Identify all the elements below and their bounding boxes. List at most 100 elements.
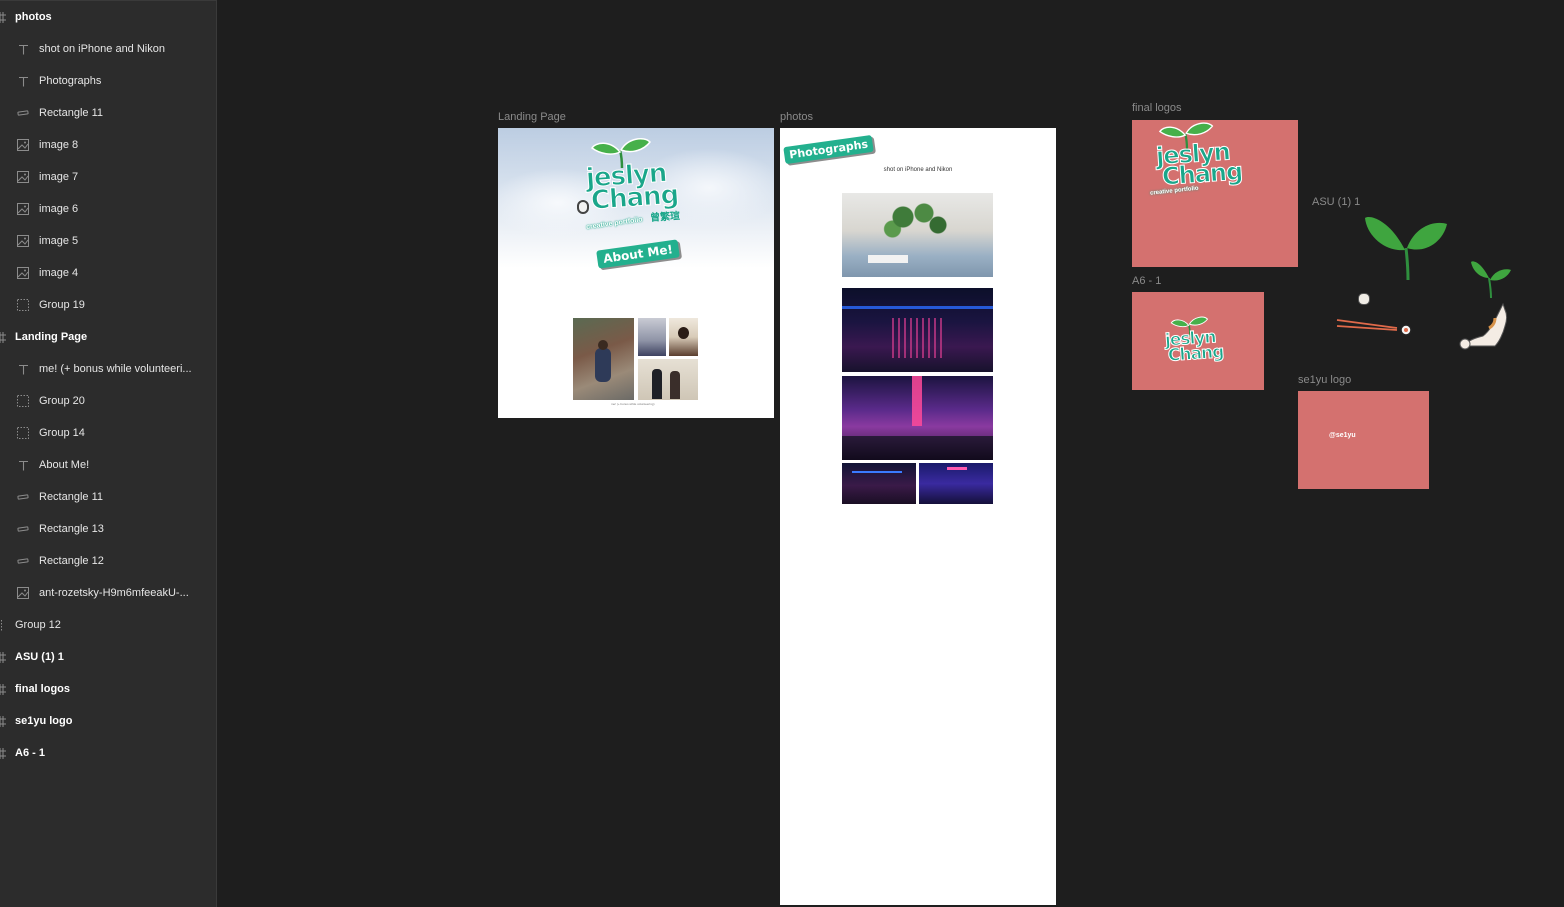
se1yu-logo-frame[interactable]: @se1yu xyxy=(1298,391,1429,489)
layer-row[interactable]: image 4 xyxy=(0,257,216,289)
cat-stretching-icon xyxy=(1459,302,1507,350)
final-logos-frame[interactable]: jeslyn Chang creative portfolio xyxy=(1132,120,1298,267)
chopsticks-sushi-icon xyxy=(1336,319,1412,336)
group-icon xyxy=(0,618,8,632)
frame-icon xyxy=(0,746,8,760)
layer-row[interactable]: shot on iPhone and Nikon xyxy=(0,33,216,65)
layer-row[interactable]: photos xyxy=(0,1,216,33)
layer-label: photos xyxy=(15,11,52,23)
group-icon xyxy=(16,394,30,408)
group-icon xyxy=(16,298,30,312)
asu-sprout-small-icon xyxy=(1471,261,1511,298)
logo-chinese-text: 曾繁瑄 xyxy=(649,210,681,225)
figma-editor: photos shot on iPhone and Nikon Photograph… xyxy=(0,0,1564,907)
group-icon xyxy=(16,426,30,440)
frame-icon xyxy=(0,714,8,728)
layer-row[interactable]: Group 20 xyxy=(0,385,216,417)
layer-row[interactable]: Rectangle 12 xyxy=(0,545,216,577)
layer-label: image 7 xyxy=(39,171,79,183)
frame-icon xyxy=(0,10,8,24)
layer-label: Rectangle 11 xyxy=(39,491,104,503)
layer-row[interactable]: A6 - 1 xyxy=(0,737,216,769)
frame-label-se1yu[interactable]: se1yu logo xyxy=(1298,374,1351,386)
layer-label: shot on iPhone and Nikon xyxy=(39,43,165,55)
frame-icon xyxy=(0,330,8,344)
photographs-sticker[interactable]: Photographs xyxy=(783,134,874,165)
layer-row[interactable]: final logos xyxy=(0,673,216,705)
rectangle-icon xyxy=(16,554,30,568)
image-icon xyxy=(16,202,30,216)
layer-label: Rectangle 11 xyxy=(39,107,104,119)
rectangle-icon xyxy=(16,522,30,536)
layer-row[interactable]: me! (+ bonus while volunteeri... xyxy=(0,353,216,385)
layers-panel: photos shot on iPhone and Nikon Photograph… xyxy=(0,0,217,907)
layer-row[interactable]: Landing Page xyxy=(0,321,216,353)
layer-label: Photographs xyxy=(39,75,102,87)
landing-photo-4 xyxy=(638,359,698,400)
photo-neon-sign xyxy=(842,376,993,460)
layer-label: Landing Page xyxy=(15,331,88,343)
image-icon xyxy=(16,266,30,280)
image-icon xyxy=(16,170,30,184)
landing-photo-2 xyxy=(638,318,666,356)
image-icon xyxy=(16,234,30,248)
layer-row[interactable]: Rectangle 13 xyxy=(0,513,216,545)
photo-night-small-1 xyxy=(842,463,916,504)
layer-label: Group 14 xyxy=(39,427,85,439)
layer-label: ant-rozetsky-H9m6mfeeakU-... xyxy=(39,587,189,599)
layer-label: se1yu logo xyxy=(15,715,73,727)
design-canvas[interactable]: Landing Page jeslyn Chang 曾繁瑄 creative p… xyxy=(217,0,1564,907)
frame-label-asu[interactable]: ASU (1) 1 xyxy=(1312,196,1360,208)
text-icon xyxy=(16,362,30,376)
layer-label: Group 20 xyxy=(39,395,85,407)
photo-cafe-plants xyxy=(842,193,993,277)
landing-photo-3 xyxy=(669,318,698,356)
layer-row[interactable]: Rectangle 11 xyxy=(0,97,216,129)
layer-row[interactable]: Rectangle 11 xyxy=(0,481,216,513)
final-logo-subtitle: creative portfolio xyxy=(1149,185,1199,197)
frame-label-final-logos[interactable]: final logos xyxy=(1132,102,1182,114)
layer-row[interactable]: image 6 xyxy=(0,193,216,225)
photo-night-small-2 xyxy=(919,463,993,504)
layer-row[interactable]: se1yu logo xyxy=(0,705,216,737)
frame-label-a6[interactable]: A6 - 1 xyxy=(1132,275,1161,287)
frame-label-landing-page[interactable]: Landing Page xyxy=(498,111,566,123)
frame-icon xyxy=(0,682,8,696)
layer-row[interactable]: image 8 xyxy=(0,129,216,161)
layer-row[interactable]: Photographs xyxy=(0,65,216,97)
text-icon xyxy=(16,458,30,472)
layer-row[interactable]: Group 14 xyxy=(0,417,216,449)
layer-label: image 8 xyxy=(39,139,79,151)
landing-caption: me! (+ bonus while volunteering) xyxy=(611,402,655,406)
asu-sprout-large-icon xyxy=(1365,217,1447,280)
layer-label: Rectangle 13 xyxy=(39,523,104,535)
photo-night-patio xyxy=(842,288,993,372)
image-icon xyxy=(16,586,30,600)
layer-row[interactable]: image 7 xyxy=(0,161,216,193)
layer-row[interactable]: ant-rozetsky-H9m6mfeeakU-... xyxy=(0,577,216,609)
layer-label: Group 12 xyxy=(15,619,61,631)
landing-photo-1 xyxy=(573,318,634,400)
landing-page-frame[interactable]: jeslyn Chang 曾繁瑄 creative portfolio Abou… xyxy=(498,128,774,418)
layer-row[interactable]: Group 12 xyxy=(0,609,216,641)
photos-subtitle: shot on iPhone and Nikon xyxy=(883,167,953,173)
se1yu-handle-text: @se1yu xyxy=(1329,432,1356,439)
layer-row[interactable]: Group 19 xyxy=(0,289,216,321)
layer-label: Group 19 xyxy=(39,299,85,311)
layer-label: Rectangle 12 xyxy=(39,555,104,567)
frame-icon xyxy=(0,650,8,664)
photos-frame[interactable]: Photographs shot on iPhone and Nikon xyxy=(780,128,1056,905)
a6-frame[interactable]: jeslyn Chang xyxy=(1132,292,1264,390)
layer-label: ASU (1) 1 xyxy=(15,651,64,663)
layer-label: About Me! xyxy=(39,459,90,471)
layer-row[interactable]: image 5 xyxy=(0,225,216,257)
text-icon xyxy=(16,74,30,88)
layer-row[interactable]: About Me! xyxy=(0,449,216,481)
layer-row[interactable]: ASU (1) 1 xyxy=(0,641,216,673)
frame-label-photos[interactable]: photos xyxy=(780,111,813,123)
image-icon xyxy=(16,138,30,152)
rice-ball-icon xyxy=(577,200,589,214)
final-logo-name-line2: Chang xyxy=(1161,157,1244,192)
rice-ball-icon xyxy=(1358,293,1370,305)
layer-label: A6 - 1 xyxy=(15,747,45,759)
